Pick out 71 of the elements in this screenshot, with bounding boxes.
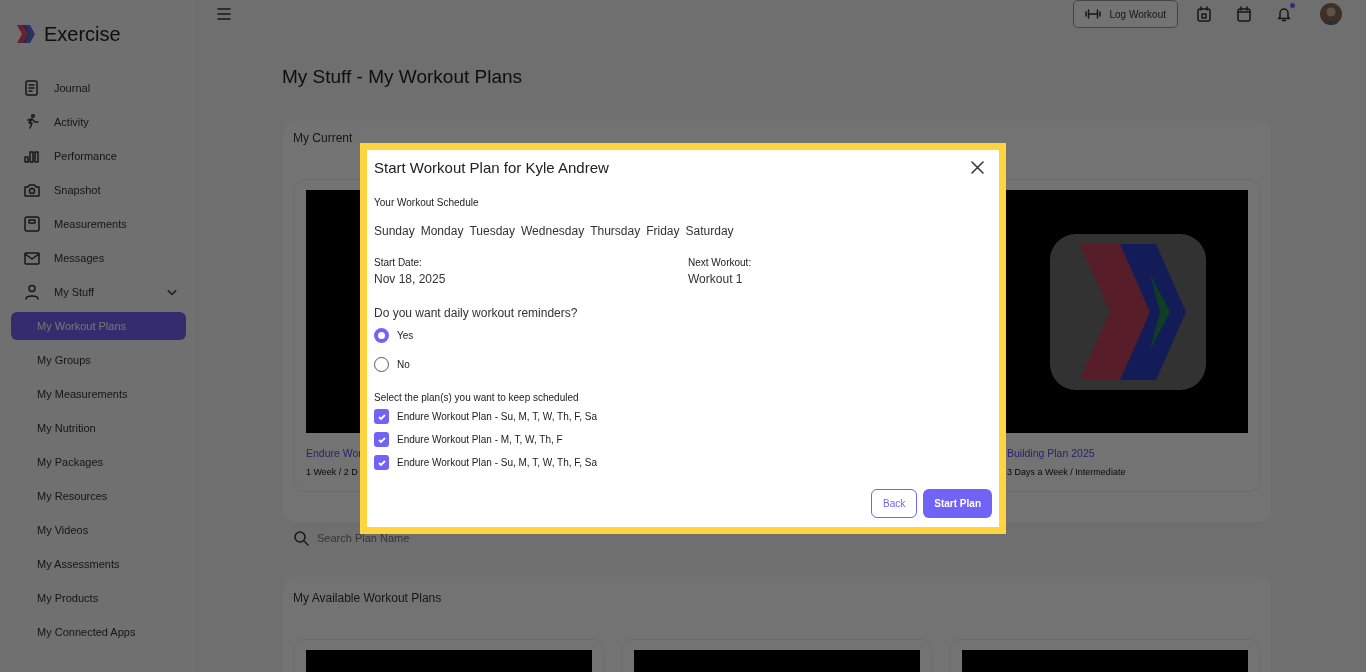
sidebar-subitem[interactable]: My Measurements bbox=[11, 380, 186, 408]
envelope-icon bbox=[23, 249, 41, 267]
sidebar-subitem[interactable]: My Products bbox=[11, 584, 186, 612]
next-workout: Workout 1 bbox=[688, 272, 744, 286]
sidebar-subitem[interactable]: My Workout Plans bbox=[11, 312, 186, 340]
schedule-label: Your Workout Schedule bbox=[374, 197, 480, 208]
back-button[interactable]: Back bbox=[871, 489, 918, 518]
schedule-day: Monday bbox=[420, 224, 464, 238]
person-icon bbox=[23, 283, 41, 301]
search-field[interactable]: Search Plan Name bbox=[315, 531, 515, 545]
avatar[interactable] bbox=[1320, 3, 1342, 25]
dumbbell-icon bbox=[1085, 9, 1102, 19]
start-plan-button[interactable]: Start Plan bbox=[923, 489, 992, 518]
sidebar-subitem[interactable]: My Packages bbox=[11, 448, 186, 476]
schedule-day: Saturday bbox=[685, 224, 734, 238]
calendar-day-icon[interactable] bbox=[1196, 6, 1212, 22]
menu-button[interactable] bbox=[217, 8, 231, 20]
sidebar-item[interactable]: Activity bbox=[0, 105, 196, 139]
sidebar-subitem[interactable]: My Resources bbox=[11, 482, 186, 510]
check-icon bbox=[376, 411, 387, 422]
schedule-day: Sunday bbox=[374, 224, 415, 238]
sidebar-subitem[interactable]: My Groups bbox=[11, 346, 186, 374]
start-date-label: Start Date: bbox=[374, 257, 423, 268]
sidebar-subitem[interactable]: My Nutrition bbox=[11, 414, 186, 442]
plan-meta: 1 Week / 2 D bbox=[306, 467, 359, 477]
sidebar-item[interactable]: Measurements bbox=[0, 207, 196, 241]
section-heading: My Available Workout Plans bbox=[293, 591, 443, 605]
journal-icon bbox=[23, 79, 41, 97]
dialog-title: Start Workout Plan for Kyle Andrew bbox=[374, 159, 609, 176]
sidebar-subitem[interactable]: My Videos bbox=[11, 516, 186, 544]
search-icon bbox=[293, 530, 309, 546]
check-icon bbox=[376, 434, 387, 445]
check-icon bbox=[376, 457, 387, 468]
start-date: Nov 18, 2025 bbox=[374, 272, 447, 286]
schedule-day: Wednesday bbox=[521, 224, 585, 238]
sidebar-item[interactable]: Messages bbox=[0, 241, 196, 275]
logo-icon bbox=[14, 22, 38, 46]
log-workout-button[interactable]: Log Workout bbox=[1073, 0, 1178, 28]
radio-button[interactable] bbox=[374, 357, 389, 372]
sidebar-item[interactable]: My Stuff bbox=[0, 275, 196, 309]
schedule-day: Friday bbox=[646, 224, 680, 238]
checkbox-label: Endure Workout Plan - M, T, W, Th, F bbox=[397, 434, 563, 445]
plan-meta: 3 Days a Week / Intermediate bbox=[1006, 467, 1127, 477]
checkbox[interactable] bbox=[374, 409, 389, 424]
checkbox[interactable] bbox=[374, 455, 389, 470]
sidebar-item[interactable]: Journal bbox=[0, 71, 196, 105]
checkbox-label: Endure Workout Plan - Su, M, T, W, Th, F, Sa bbox=[397, 411, 598, 422]
plans-label: Select the plan(s) you want to keep scheduled bbox=[374, 392, 580, 403]
brand-name: Exercise bbox=[44, 22, 121, 46]
checkbox-label: Endure Workout Plan - Su, M, T, W, Th, F, Sa bbox=[397, 457, 598, 468]
page-title: My Stuff - My Workout Plans bbox=[282, 66, 524, 88]
sidebar-subitem[interactable]: My Assessments bbox=[11, 550, 186, 578]
next-workout-label: Next Workout: bbox=[688, 257, 753, 268]
close-icon[interactable] bbox=[971, 161, 984, 174]
schedule-day: Tuesday bbox=[469, 224, 515, 238]
plan-title: Building Plan 2025 bbox=[1006, 447, 1096, 459]
checkbox[interactable] bbox=[374, 432, 389, 447]
radio-button[interactable] bbox=[374, 328, 389, 343]
plan-title: Endure Wor bbox=[306, 447, 363, 459]
notification-bell-icon[interactable] bbox=[1276, 6, 1292, 22]
reminder-question: Do you want daily workout reminders? bbox=[374, 306, 579, 320]
sidebar-item[interactable]: Performance bbox=[0, 139, 196, 173]
scale-icon bbox=[23, 215, 41, 233]
radio-label: No bbox=[397, 359, 410, 370]
calendar-icon[interactable] bbox=[1236, 6, 1252, 22]
camera-icon bbox=[23, 181, 41, 199]
section-heading: My Current bbox=[293, 131, 354, 145]
sidebar-item[interactable]: Snapshot bbox=[0, 173, 196, 207]
radio-label: Yes bbox=[397, 330, 414, 341]
schedule-day: Thursday bbox=[590, 224, 641, 238]
sidebar-subitem[interactable]: My Connected Apps bbox=[11, 618, 186, 646]
